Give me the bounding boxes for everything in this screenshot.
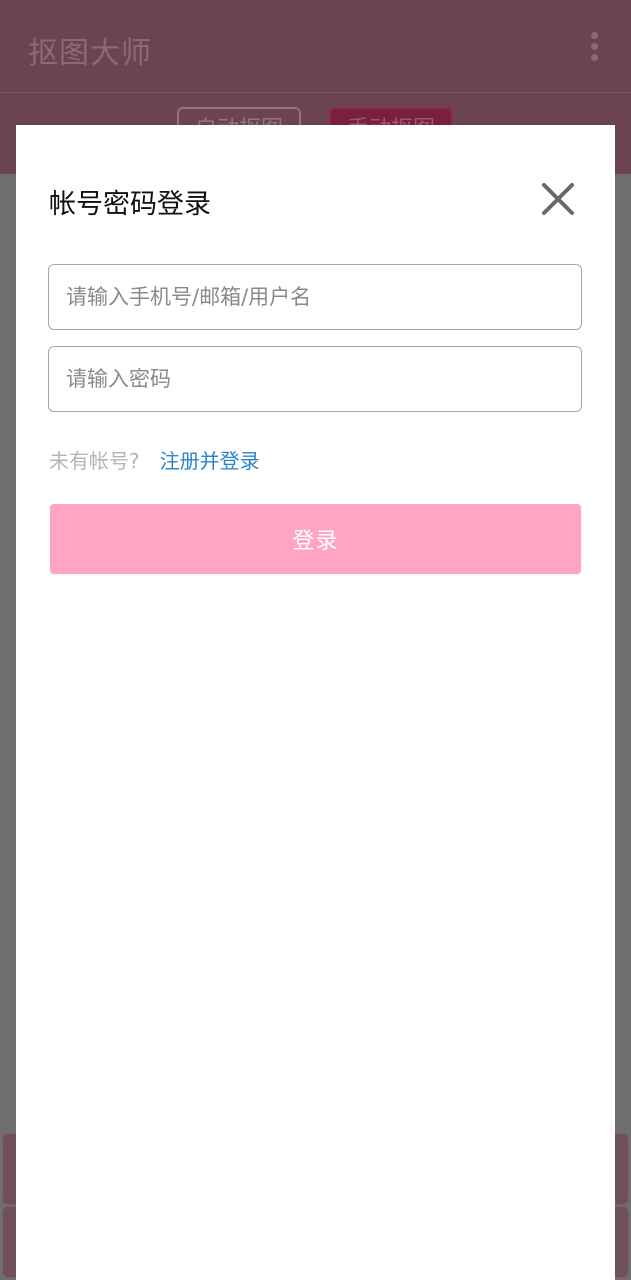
close-icon[interactable] <box>536 177 580 221</box>
no-account-text: 未有帐号? <box>49 449 140 473</box>
login-button[interactable]: 登录 <box>50 504 581 574</box>
account-input[interactable] <box>49 265 581 329</box>
register-hint-row: 未有帐号? 注册并登录 <box>49 445 260 474</box>
app-title: 抠图大师 <box>28 36 152 71</box>
dialog-title: 帐号密码登录 <box>49 189 211 220</box>
account-field-box <box>48 264 582 330</box>
password-field-box <box>48 346 582 412</box>
more-vertical-icon[interactable] <box>588 32 600 62</box>
register-link[interactable]: 注册并登录 <box>160 449 260 473</box>
password-input[interactable] <box>49 347 581 411</box>
app-bar: 抠图大师 <box>0 0 631 92</box>
login-dialog: 帐号密码登录 未有帐号? 注册并登录 登录 <box>16 125 615 1280</box>
